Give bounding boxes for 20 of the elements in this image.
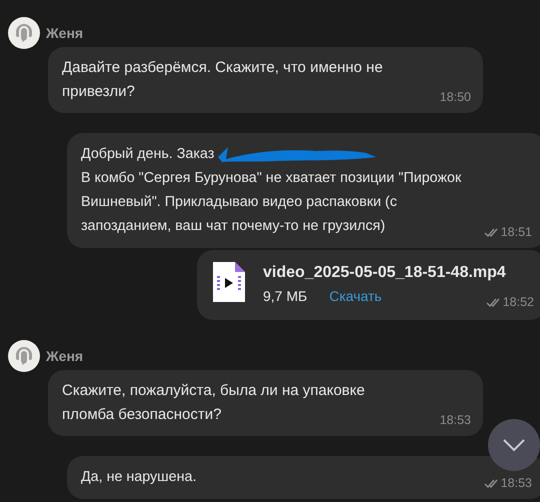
file-name: video_2025-05-05_18-51-48.mp4 <box>263 263 507 283</box>
sender-name: Женя <box>46 24 84 43</box>
sender-name: Женя <box>46 347 84 366</box>
message-text: В комбо "Сергея Бурунова" не хватает позиции "Пирожок Вишневый". Прикладываю видео распаковки (с запозданием, ваш чат почему-то не грузился) <box>81 169 462 236</box>
message-text: Добрый день. Заказ <box>81 142 386 166</box>
message-time: 18:52 <box>502 294 534 310</box>
message-time: 18:53 <box>440 412 471 428</box>
file-size: 9,7 МБ <box>263 287 308 306</box>
download-link[interactable]: Скачать <box>329 284 382 308</box>
video-file-icon <box>213 262 245 302</box>
message-time: 18:50 <box>440 89 471 105</box>
message-time: 18:51 <box>500 224 532 240</box>
chevron-down-icon <box>502 438 526 452</box>
message-time: 18:53 <box>500 475 532 491</box>
message-text: Скажите, пожалуйста, была ли на упаковке пломба безопасности? <box>62 381 366 425</box>
headset-silhouette-icon <box>13 345 35 367</box>
scroll-down-button[interactable] <box>488 419 540 471</box>
headset-silhouette-icon <box>13 22 35 44</box>
message-text: Да, не нарушена. <box>81 468 196 487</box>
message-text: Давайте разберёмся. Скажите, что именно не привезли? <box>62 58 384 102</box>
